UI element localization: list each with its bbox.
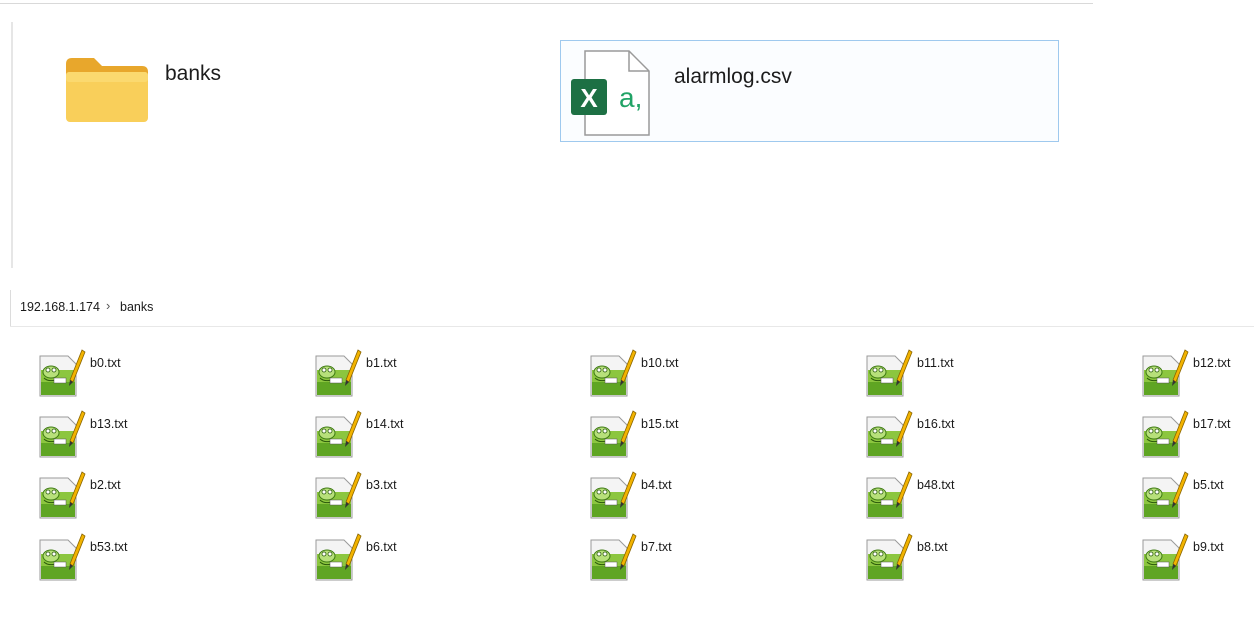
notepad-plus-plus-file-icon: [1139, 470, 1189, 520]
file-name: b2.txt: [90, 478, 121, 492]
file-name: b17.txt: [1193, 417, 1231, 431]
file-label: alarmlog.csv: [674, 65, 792, 88]
file-name: b9.txt: [1193, 540, 1224, 554]
notepad-plus-plus-file-icon: [863, 532, 913, 582]
notepad-plus-plus-file-icon: [36, 409, 86, 459]
file-item[interactable]: b2.txt: [36, 470, 276, 526]
file-item[interactable]: b7.txt: [587, 532, 827, 588]
chevron-right-icon[interactable]: ›: [106, 298, 110, 313]
notepad-plus-plus-file-icon: [312, 532, 362, 582]
file-item[interactable]: b6.txt: [312, 532, 552, 588]
svg-text:X: X: [580, 83, 598, 113]
file-name: b14.txt: [366, 417, 404, 431]
file-item[interactable]: b8.txt: [863, 532, 1103, 588]
file-item[interactable]: b12.txt: [1139, 348, 1254, 404]
file-item[interactable]: b3.txt: [312, 470, 552, 526]
notepad-plus-plus-file-icon: [863, 409, 913, 459]
notepad-plus-plus-file-icon: [1139, 409, 1189, 459]
pane-border: [11, 22, 13, 268]
file-grid: b0.txt b1.txt b10.txt b11.txt b12.txt b1…: [0, 340, 1254, 610]
top-file-pane: banks X a, alarmlog.csv: [0, 4, 1254, 268]
notepad-plus-plus-file-icon: [587, 348, 637, 398]
breadcrumb-item-banks[interactable]: banks: [120, 300, 153, 314]
notepad-plus-plus-file-icon: [36, 532, 86, 582]
file-name: b3.txt: [366, 478, 397, 492]
excel-csv-file-icon: X a,: [571, 49, 651, 137]
file-item[interactable]: b14.txt: [312, 409, 552, 465]
notepad-plus-plus-file-icon: [587, 532, 637, 582]
file-name: b10.txt: [641, 356, 679, 370]
notepad-plus-plus-file-icon: [312, 470, 362, 520]
file-name: b53.txt: [90, 540, 128, 554]
notepad-plus-plus-file-icon: [36, 470, 86, 520]
notepad-plus-plus-file-icon: [587, 470, 637, 520]
notepad-plus-plus-file-icon: [312, 409, 362, 459]
file-name: b16.txt: [917, 417, 955, 431]
notepad-plus-plus-file-icon: [312, 348, 362, 398]
file-item[interactable]: b11.txt: [863, 348, 1103, 404]
file-name: b5.txt: [1193, 478, 1224, 492]
folder-tile-banks[interactable]: banks: [60, 48, 300, 132]
file-item[interactable]: b13.txt: [36, 409, 276, 465]
file-item[interactable]: b15.txt: [587, 409, 827, 465]
file-item[interactable]: b1.txt: [312, 348, 552, 404]
notepad-plus-plus-file-icon: [36, 348, 86, 398]
notepad-plus-plus-file-icon: [863, 348, 913, 398]
file-name: b13.txt: [90, 417, 128, 431]
file-name: b11.txt: [917, 356, 954, 370]
file-name: b15.txt: [641, 417, 679, 431]
file-item[interactable]: b4.txt: [587, 470, 827, 526]
file-name: b6.txt: [366, 540, 397, 554]
file-item[interactable]: b17.txt: [1139, 409, 1254, 465]
notepad-plus-plus-file-icon: [1139, 348, 1189, 398]
notepad-plus-plus-file-icon: [1139, 532, 1189, 582]
file-name: b48.txt: [917, 478, 955, 492]
file-name: b8.txt: [917, 540, 948, 554]
breadcrumb: 192.168.1.174 › banks: [10, 290, 1254, 327]
file-item[interactable]: b48.txt: [863, 470, 1103, 526]
file-item[interactable]: b5.txt: [1139, 470, 1254, 526]
file-item[interactable]: b0.txt: [36, 348, 276, 404]
file-name: b7.txt: [641, 540, 672, 554]
folder-icon: [64, 54, 150, 124]
breadcrumb-item-host[interactable]: 192.168.1.174: [20, 300, 100, 314]
svg-text:a,: a,: [619, 82, 642, 113]
folder-label: banks: [165, 62, 222, 85]
file-item[interactable]: b16.txt: [863, 409, 1103, 465]
file-item[interactable]: b10.txt: [587, 348, 827, 404]
file-name: b0.txt: [90, 356, 121, 370]
file-item[interactable]: b9.txt: [1139, 532, 1254, 588]
file-tile-alarmlog[interactable]: X a, alarmlog.csv: [560, 40, 1059, 142]
file-name: b12.txt: [1193, 356, 1231, 370]
file-item[interactable]: b53.txt: [36, 532, 276, 588]
file-name: b1.txt: [366, 356, 397, 370]
breadcrumb-edge: [10, 290, 11, 326]
notepad-plus-plus-file-icon: [863, 470, 913, 520]
notepad-plus-plus-file-icon: [587, 409, 637, 459]
file-name: b4.txt: [641, 478, 672, 492]
